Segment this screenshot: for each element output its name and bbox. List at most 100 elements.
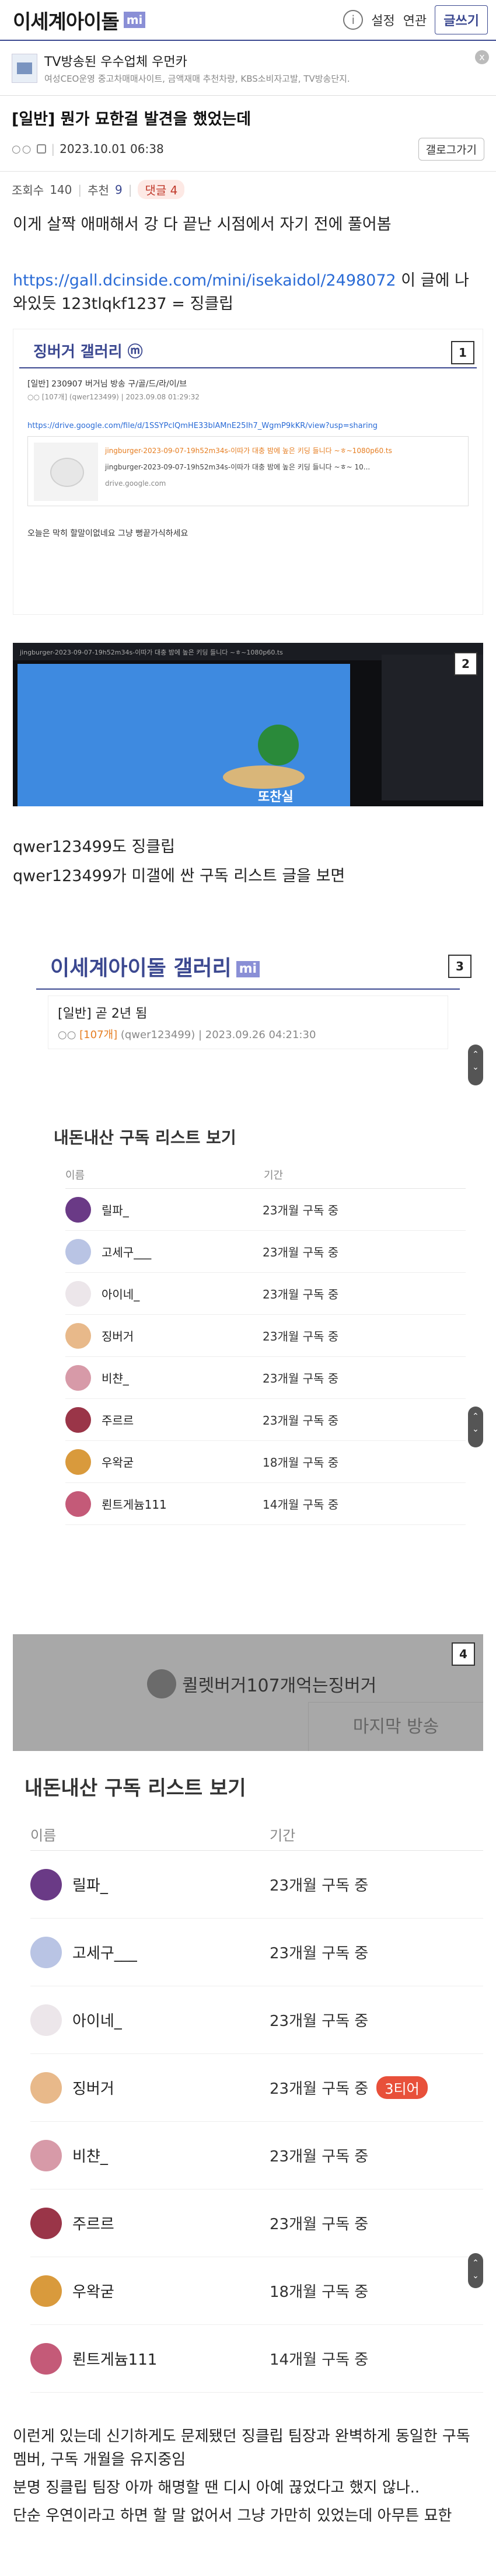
embedded-drive-url: https://drive.google.com/file/d/1SSYPclQ… xyxy=(27,422,378,430)
post-date: 2023.10.01 06:38 xyxy=(60,142,164,156)
table-row: 징버거 23개월 구독 중 3티어 xyxy=(30,2054,483,2122)
table-row: 우왁굳 18개월 구독 중 xyxy=(65,1441,466,1483)
subscriber-name: 뢴트게늄111 xyxy=(72,2351,158,2369)
subscriber-name: 징버거 xyxy=(72,2080,114,2098)
settings-link[interactable]: 설정 xyxy=(371,11,394,29)
table-header: 이름 기간 xyxy=(65,1161,466,1189)
subscription-period: 18개월 구독 중 xyxy=(270,2283,369,2301)
avatar xyxy=(65,1238,91,1265)
screenshot-number: 1 xyxy=(451,341,474,364)
comments-badge[interactable]: 댓글 4 xyxy=(138,180,185,199)
streamer-line: 퀼렛버거107개억는징버거 xyxy=(147,1669,376,1698)
avatar xyxy=(30,1936,62,1968)
avatar xyxy=(30,2207,62,2239)
recommend-label: 추천 xyxy=(88,183,109,197)
drive-link-card: jingburger-2023-09-07-19h52m34s-이따가 대충 밤… xyxy=(27,436,469,506)
subscriber-name: 릴파_ xyxy=(102,1203,129,1217)
drive-thumbnail xyxy=(34,443,98,501)
subscription-period: 23개월 구독 중 xyxy=(270,1945,369,1962)
subscriber-name: 징버거 xyxy=(102,1329,134,1343)
subscription-period: 23개월 구독 중 xyxy=(263,1245,339,1259)
avatar xyxy=(30,2004,62,2036)
card-domain: drive.google.com xyxy=(105,479,166,488)
table-row: 릴파_ 23개월 구독 중 xyxy=(30,1851,483,1919)
avatar xyxy=(65,1322,91,1349)
subscription-period: 23개월 구독 중 xyxy=(270,2148,369,2166)
subscriber-name: 주르르 xyxy=(102,1414,134,1428)
gallery-header: 이세계아이돌 mi i 설정 연관 글쓰기 xyxy=(0,0,496,41)
avatar xyxy=(30,2342,62,2375)
author-nick[interactable]: ○○ xyxy=(12,143,32,155)
subscriber-name: 아이네_ xyxy=(102,1287,140,1301)
subscription-period: 23개월 구독 중 xyxy=(270,2216,369,2233)
table-row: 비챤_ 23개월 구독 중 xyxy=(65,1357,466,1399)
card-line: jingburger-2023-09-07-19h52m34s-이따가 대충 밤… xyxy=(105,463,371,471)
subscription-list-title: 내돈내산 구독 리스트 보기 xyxy=(54,1128,236,1147)
video-island xyxy=(223,765,305,789)
views-label: 조회수 xyxy=(12,183,44,197)
embedded-screenshot-4: 퀼렛버거107개억는징버거 마지막 방송 4 내돈내산 구독 리스트 보기 이름… xyxy=(13,1634,483,2417)
body-paragraph: qwer123499도 징클립 xyxy=(13,838,175,856)
embedded-post-line: [일반] 230907 버거님 방송 구/골/드/라/이/브 xyxy=(27,380,187,389)
subscriber-name: 우왁굳 xyxy=(72,2283,114,2301)
embedded-post-meta: ○○ [107개] (qwer123499) | 2023.09.26 04:2… xyxy=(58,1029,316,1041)
subscription-list-title: 내돈내산 구독 리스트 보기 xyxy=(25,1777,246,1800)
embedded-post-title: [일반] 곧 2년 됨 xyxy=(58,1007,148,1021)
body-paragraph: https://gall.dcinside.com/mini/isekaidol… xyxy=(13,271,469,313)
player-side-panel xyxy=(382,655,483,800)
gallog-icon[interactable] xyxy=(37,144,47,154)
embedded-screenshot-1: 1 징버거 갤러리 ⓜ [일반] 230907 버거님 방송 구/골/드/라/이… xyxy=(13,329,483,615)
table-header: 이름 기간 xyxy=(30,1818,483,1851)
table-row: 주르르 23개월 구독 중 xyxy=(65,1399,466,1441)
embedded-post: [일반] 곧 2년 됨 ○○ [107개] (qwer123499) | 202… xyxy=(48,995,448,1049)
scroll-arrows: ⌃ ⌄ xyxy=(468,1407,483,1447)
subscription-rows: 릴파_ 23개월 구독 중 고세구___ 23개월 구독 중 아이네_ 23개월 구독 중… xyxy=(30,1851,483,2393)
related-link[interactable]: 연관 xyxy=(403,11,427,29)
subscription-period: 14개월 구독 중 xyxy=(270,2351,369,2369)
subscriber-name: 릴파_ xyxy=(72,1877,108,1895)
subscription-rows: 릴파_ 23개월 구독 중 고세구___ 23개월 구독 중 아이네_ 23개월 구독 중… xyxy=(65,1189,466,1525)
close-icon[interactable]: x xyxy=(475,50,489,64)
subscription-table: 이름 기간 릴파_ 23개월 구독 중 고세구___ 23개월 구독 중 아이네_ 23개… xyxy=(65,1161,466,1525)
table-row: 고세구___ 23개월 구독 중 xyxy=(30,1919,483,1986)
ad-title[interactable]: TV방송된 우수업체 우먼카 xyxy=(44,51,350,70)
table-row: 비챤_ 23개월 구독 중 xyxy=(30,2122,483,2189)
subscription-period: 23개월 구독 중 xyxy=(270,1877,369,1895)
subscription-period: 23개월 구독 중 xyxy=(263,1203,339,1217)
subscription-period: 23개월 구독 중 xyxy=(263,1414,339,1428)
subscriber-name: 우왁굳 xyxy=(102,1456,134,1470)
gallery-title[interactable]: 이세계아이돌 xyxy=(13,6,120,34)
avatar xyxy=(65,1280,91,1307)
avatar xyxy=(30,1868,62,1900)
post-title: [일반] 뭔가 묘한걸 발견을 했었는데 xyxy=(12,110,252,128)
write-button[interactable]: 글쓰기 xyxy=(435,5,488,34)
table-row: 우왁굳 18개월 구독 중 xyxy=(30,2257,483,2325)
embedded-gallery-title: 이세계아이돌 갤러리 mi xyxy=(13,899,483,988)
post-link[interactable]: https://gall.dcinside.com/mini/isekaidol… xyxy=(13,271,396,290)
views-count: 140 xyxy=(50,182,72,197)
ad-banner[interactable]: TV방송된 우수업체 우먼카 여성CEO운영 중고차매매사이트, 금액재매 추천… xyxy=(0,41,496,96)
embedded-footer-text: 오늘은 막히 할말이없네요 그냥 뻥끝가식하세요 xyxy=(27,529,188,538)
avatar xyxy=(30,2139,62,2171)
body-paragraph: qwer123499가 미갤에 싼 구독 리스트 글을 보면 xyxy=(13,867,345,885)
embedded-post-meta: ○○ [107개] (qwer123499) | 2023.09.08 01:2… xyxy=(27,393,200,401)
subscriber-name: 뢴트게늄111 xyxy=(102,1498,167,1512)
avatar xyxy=(65,1491,91,1517)
table-row: 아이네_ 23개월 구독 중 xyxy=(30,1986,483,2054)
embedded-gallery-title: 징버거 갤러리 ⓜ xyxy=(19,329,477,368)
subscription-period: 23개월 구독 중 xyxy=(270,2013,369,2030)
header-actions: i 설정 연관 글쓰기 xyxy=(343,5,488,34)
stream-banner: 퀼렛버거107개억는징버거 마지막 방송 4 xyxy=(13,1634,483,1751)
subscriber-name: 비챤_ xyxy=(72,2148,108,2166)
subscriber-name: 주르르 xyxy=(72,2216,114,2233)
last-stream-button: 마지막 방송 xyxy=(308,1702,483,1751)
embedded-screenshot-3: 3 이세계아이돌 갤러리 mi [일반] 곧 2년 됨 ○○ [107개] (qw… xyxy=(13,899,483,1611)
ad-thumbnail xyxy=(12,53,37,83)
subscription-period: 23개월 구독 중 xyxy=(263,1287,339,1301)
embedded-screenshot-2: jingburger-2023-09-07-19h52m34s-이따가 대충 밤… xyxy=(13,643,483,806)
info-icon[interactable]: i xyxy=(343,10,364,30)
gallog-button[interactable]: 갤로그가기 xyxy=(418,137,484,161)
screenshot-number: 4 xyxy=(452,1642,475,1666)
subscriber-name: 고세구___ xyxy=(102,1245,152,1259)
subscription-period: 14개월 구독 중 xyxy=(263,1498,339,1512)
